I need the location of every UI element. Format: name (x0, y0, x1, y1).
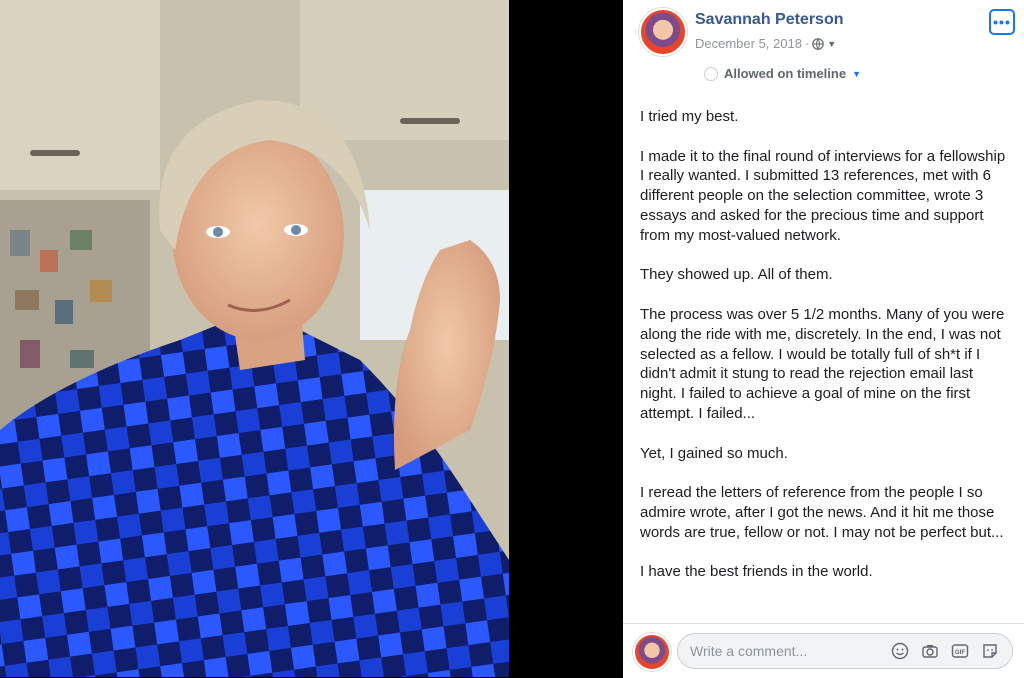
post-paragraph: The process was over 5 1/2 months. Many … (640, 305, 1005, 422)
camera-icon[interactable] (920, 641, 940, 661)
sticker-icon[interactable] (980, 641, 1000, 661)
author-avatar[interactable] (639, 8, 687, 56)
gif-icon[interactable]: GIF (950, 641, 970, 661)
post-photo[interactable] (0, 0, 509, 677)
timeline-radio-icon (704, 66, 718, 81)
commenter-avatar[interactable] (633, 633, 671, 671)
post-paragraph: I made it to the final round of intervie… (640, 147, 1006, 244)
globe-icon[interactable] (812, 37, 825, 50)
post-date[interactable]: December 5, 2018 (695, 36, 802, 51)
post-paragraph: They showed up. All of them. (640, 266, 833, 284)
post-body: I tried my best. I made it to the final … (640, 107, 1010, 622)
timeline-status-label: Allowed on timeline (724, 66, 847, 81)
emoji-icon[interactable] (890, 641, 910, 661)
more-options-button[interactable]: ••• (989, 9, 1015, 35)
comment-icons: GIF (890, 641, 1000, 661)
post-meta: December 5, 2018 · ▼ (695, 36, 836, 51)
comment-input[interactable]: Write a comment... GIF (677, 633, 1013, 669)
svg-text:GIF: GIF (955, 650, 965, 656)
photo-image (0, 0, 509, 677)
photo-letterbox (509, 0, 623, 677)
post-paragraph: I reread the letters of reference from t… (640, 484, 1004, 541)
post-paragraph: Yet, I gained so much. (640, 444, 788, 462)
audience-chevron-icon[interactable]: ▼ (827, 39, 836, 49)
post-paragraph: I have the best friends in the world. (640, 563, 873, 581)
meta-separator: · (804, 36, 810, 51)
ellipsis-icon: ••• (993, 14, 1011, 30)
post-panel: Savannah Peterson December 5, 2018 · ▼ •… (623, 0, 1024, 678)
post-paragraph: I tried my best. (640, 108, 739, 125)
comment-bar: Write a comment... GIF (623, 623, 1024, 678)
comment-placeholder: Write a comment... (690, 643, 808, 659)
post-header: Savannah Peterson December 5, 2018 · ▼ •… (639, 8, 1015, 58)
author-name[interactable]: Savannah Peterson (695, 11, 844, 29)
timeline-status[interactable]: Allowed on timeline ▼ (704, 66, 861, 81)
timeline-chevron-icon: ▼ (852, 68, 861, 79)
